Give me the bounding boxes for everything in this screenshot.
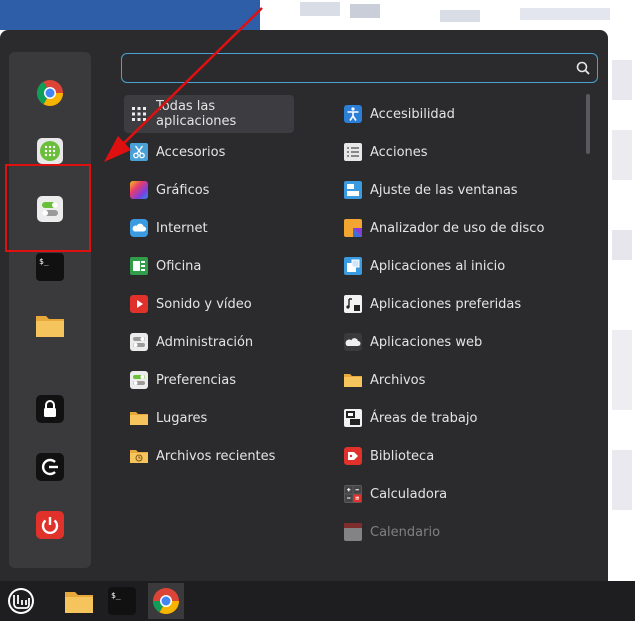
- app-label: Archivos: [370, 372, 426, 388]
- app-analizador-disco[interactable]: Analizador de uso de disco: [338, 209, 588, 247]
- category-label: Preferencias: [156, 372, 237, 388]
- category-label: Todas las aplicaciones: [156, 99, 237, 129]
- category-graficos[interactable]: Gráficos: [124, 171, 294, 209]
- folder-icon[interactable]: [35, 310, 65, 340]
- taskbar: $_: [0, 581, 635, 621]
- folder-icon: [344, 371, 362, 389]
- toggle-green-icon: [130, 371, 148, 389]
- app-label: Aplicaciones web: [370, 334, 483, 350]
- category-label: Lugares: [156, 410, 208, 426]
- search-input[interactable]: [130, 58, 574, 80]
- chrome-icon: [152, 588, 180, 615]
- category-label: Sonido y vídeo: [156, 296, 252, 312]
- category-label: Internet: [156, 220, 208, 236]
- web-apps-icon: [344, 333, 362, 351]
- background-header: [0, 0, 260, 30]
- category-label: Accesorios: [156, 144, 226, 160]
- calculator-icon: [344, 485, 362, 503]
- category-archivos-recientes[interactable]: Archivos recientes: [124, 437, 294, 475]
- taskbar-terminal-button[interactable]: $_: [104, 583, 140, 619]
- app-label: Calendario: [370, 524, 441, 540]
- taskbar-files-button[interactable]: [61, 583, 97, 619]
- taskbar-chrome-button[interactable]: [148, 583, 184, 619]
- startup-apps-icon: [344, 257, 362, 275]
- preferred-apps-icon: [344, 295, 362, 313]
- app-aplicaciones-inicio[interactable]: Aplicaciones al inicio: [338, 247, 588, 285]
- app-calculadora[interactable]: Calculadora: [338, 475, 588, 513]
- lock-icon[interactable]: [35, 394, 65, 424]
- settings-toggle-icon[interactable]: [35, 194, 65, 224]
- app-accesibilidad[interactable]: Accesibilidad: [338, 95, 588, 133]
- app-label: Aplicaciones al inicio: [370, 258, 506, 274]
- office-icon: [130, 257, 148, 275]
- power-icon[interactable]: [35, 510, 65, 540]
- app-aplicaciones-preferidas[interactable]: Aplicaciones preferidas: [338, 285, 588, 323]
- category-all[interactable]: Todas las aplicaciones: [124, 95, 294, 133]
- cloud-icon: [130, 219, 148, 237]
- category-label: Administración: [156, 334, 254, 350]
- svg-text:$_: $_: [39, 257, 49, 266]
- svg-text:$_: $_: [111, 591, 121, 600]
- app-aplicaciones-web[interactable]: Aplicaciones web: [338, 323, 588, 361]
- terminal-icon: $_: [108, 587, 136, 615]
- library-icon: [344, 447, 362, 465]
- category-preferencias[interactable]: Preferencias: [124, 361, 294, 399]
- workspaces-icon: [344, 409, 362, 427]
- app-ajuste-ventanas[interactable]: Ajuste de las ventanas: [338, 171, 588, 209]
- app-label: Calculadora: [370, 486, 448, 502]
- chrome-icon[interactable]: [35, 78, 65, 108]
- category-sonido-video[interactable]: Sonido y vídeo: [124, 285, 294, 323]
- application-menu: $_ Todas las aplicaciones Accesorios Grá…: [0, 30, 608, 581]
- app-label: Áreas de trabajo: [370, 410, 478, 426]
- window-tile-icon: [344, 181, 362, 199]
- category-administracion[interactable]: Administración: [124, 323, 294, 361]
- app-biblioteca[interactable]: Biblioteca: [338, 437, 588, 475]
- app-label: Aplicaciones preferidas: [370, 296, 522, 312]
- category-oficina[interactable]: Oficina: [124, 247, 294, 285]
- app-label: Analizador de uso de disco: [370, 220, 545, 236]
- category-accesorios[interactable]: Accesorios: [124, 133, 294, 171]
- disk-usage-icon: [344, 219, 362, 237]
- folder-icon: [65, 592, 93, 613]
- app-label: Ajuste de las ventanas: [370, 182, 518, 198]
- logout-icon[interactable]: [35, 452, 65, 482]
- favorites-sidebar: $_: [9, 52, 91, 568]
- category-label: Oficina: [156, 258, 202, 274]
- calculator-keypad-icon[interactable]: [35, 136, 65, 166]
- toggle-icon: [130, 333, 148, 351]
- menu-button[interactable]: [3, 583, 39, 619]
- category-label: Gráficos: [156, 182, 210, 198]
- app-label: Biblioteca: [370, 448, 435, 464]
- app-label: Acciones: [370, 144, 428, 160]
- category-label: Archivos recientes: [156, 448, 276, 464]
- category-internet[interactable]: Internet: [124, 209, 294, 247]
- search-icon: [576, 61, 590, 75]
- list-icon: [344, 143, 362, 161]
- scissors-icon: [130, 143, 148, 161]
- app-areas-trabajo[interactable]: Áreas de trabajo: [338, 399, 588, 437]
- accessibility-icon: [344, 105, 362, 123]
- terminal-icon[interactable]: $_: [35, 252, 65, 282]
- graphics-icon: [130, 181, 148, 199]
- folder-icon: [130, 409, 148, 427]
- category-lugares[interactable]: Lugares: [124, 399, 294, 437]
- app-acciones[interactable]: Acciones: [338, 133, 588, 171]
- calendar-icon: [344, 523, 362, 541]
- mint-logo-icon: [8, 588, 34, 614]
- play-icon: [130, 295, 148, 313]
- folder-clock-icon: [130, 447, 148, 465]
- app-calendario[interactable]: Calendario: [338, 513, 588, 551]
- app-archivos[interactable]: Archivos: [338, 361, 588, 399]
- app-label: Accesibilidad: [370, 106, 455, 122]
- grid-icon: [130, 105, 148, 123]
- search-box[interactable]: [121, 53, 598, 83]
